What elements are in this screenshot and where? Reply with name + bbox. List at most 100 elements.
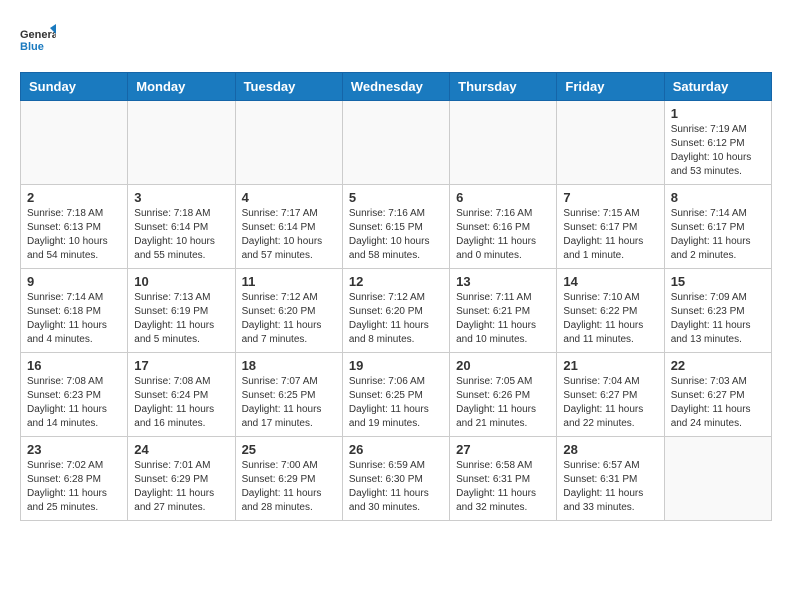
day-info: Sunrise: 7:14 AM Sunset: 6:18 PM Dayligh… bbox=[27, 291, 121, 347]
day-number: 3 bbox=[134, 190, 228, 205]
calendar-cell: 17 Sunrise: 7:08 AM Sunset: 6:24 PM Dayli… bbox=[128, 353, 235, 437]
calendar-cell: 27 Sunrise: 6:58 AM Sunset: 6:31 PM Dayli… bbox=[450, 437, 557, 521]
day-number: 16 bbox=[27, 358, 121, 373]
calendar-cell: 28 Sunrise: 6:57 AM Sunset: 6:31 PM Dayli… bbox=[557, 437, 664, 521]
weekday-header-saturday: Saturday bbox=[664, 73, 771, 101]
day-info: Sunrise: 7:18 AM Sunset: 6:14 PM Dayligh… bbox=[134, 207, 228, 263]
day-number: 22 bbox=[671, 358, 765, 373]
calendar-cell bbox=[21, 101, 128, 185]
day-number: 13 bbox=[456, 274, 550, 289]
day-number: 19 bbox=[349, 358, 443, 373]
calendar-cell: 22 Sunrise: 7:03 AM Sunset: 6:27 PM Dayli… bbox=[664, 353, 771, 437]
day-number: 25 bbox=[242, 442, 336, 457]
day-info: Sunrise: 7:17 AM Sunset: 6:14 PM Dayligh… bbox=[242, 207, 336, 263]
calendar-cell: 7 Sunrise: 7:15 AM Sunset: 6:17 PM Daylig… bbox=[557, 185, 664, 269]
calendar-cell: 13 Sunrise: 7:11 AM Sunset: 6:21 PM Dayli… bbox=[450, 269, 557, 353]
calendar-cell: 25 Sunrise: 7:00 AM Sunset: 6:29 PM Dayli… bbox=[235, 437, 342, 521]
day-number: 18 bbox=[242, 358, 336, 373]
calendar-cell bbox=[342, 101, 449, 185]
calendar-cell: 19 Sunrise: 7:06 AM Sunset: 6:25 PM Dayli… bbox=[342, 353, 449, 437]
day-number: 20 bbox=[456, 358, 550, 373]
day-info: Sunrise: 7:08 AM Sunset: 6:23 PM Dayligh… bbox=[27, 375, 121, 431]
day-info: Sunrise: 6:57 AM Sunset: 6:31 PM Dayligh… bbox=[563, 459, 657, 515]
day-info: Sunrise: 7:04 AM Sunset: 6:27 PM Dayligh… bbox=[563, 375, 657, 431]
day-number: 7 bbox=[563, 190, 657, 205]
day-number: 6 bbox=[456, 190, 550, 205]
calendar-cell: 12 Sunrise: 7:12 AM Sunset: 6:20 PM Dayli… bbox=[342, 269, 449, 353]
day-info: Sunrise: 7:08 AM Sunset: 6:24 PM Dayligh… bbox=[134, 375, 228, 431]
day-info: Sunrise: 6:59 AM Sunset: 6:30 PM Dayligh… bbox=[349, 459, 443, 515]
calendar-week-4: 16 Sunrise: 7:08 AM Sunset: 6:23 PM Dayli… bbox=[21, 353, 772, 437]
day-info: Sunrise: 7:09 AM Sunset: 6:23 PM Dayligh… bbox=[671, 291, 765, 347]
calendar-cell: 10 Sunrise: 7:13 AM Sunset: 6:19 PM Dayli… bbox=[128, 269, 235, 353]
calendar-cell: 1 Sunrise: 7:19 AM Sunset: 6:12 PM Daylig… bbox=[664, 101, 771, 185]
day-number: 11 bbox=[242, 274, 336, 289]
calendar-cell: 24 Sunrise: 7:01 AM Sunset: 6:29 PM Dayli… bbox=[128, 437, 235, 521]
day-info: Sunrise: 7:18 AM Sunset: 6:13 PM Dayligh… bbox=[27, 207, 121, 263]
day-info: Sunrise: 6:58 AM Sunset: 6:31 PM Dayligh… bbox=[456, 459, 550, 515]
calendar-table: SundayMondayTuesdayWednesdayThursdayFrid… bbox=[20, 72, 772, 521]
day-number: 21 bbox=[563, 358, 657, 373]
day-info: Sunrise: 7:01 AM Sunset: 6:29 PM Dayligh… bbox=[134, 459, 228, 515]
day-info: Sunrise: 7:05 AM Sunset: 6:26 PM Dayligh… bbox=[456, 375, 550, 431]
logo-icon: General Blue bbox=[20, 20, 56, 56]
calendar-cell: 20 Sunrise: 7:05 AM Sunset: 6:26 PM Dayli… bbox=[450, 353, 557, 437]
calendar-cell: 16 Sunrise: 7:08 AM Sunset: 6:23 PM Dayli… bbox=[21, 353, 128, 437]
day-number: 4 bbox=[242, 190, 336, 205]
page-header: General Blue bbox=[20, 20, 772, 56]
svg-text:Blue: Blue bbox=[20, 41, 44, 53]
weekday-header-tuesday: Tuesday bbox=[235, 73, 342, 101]
calendar-cell: 15 Sunrise: 7:09 AM Sunset: 6:23 PM Dayli… bbox=[664, 269, 771, 353]
day-number: 24 bbox=[134, 442, 228, 457]
day-info: Sunrise: 7:15 AM Sunset: 6:17 PM Dayligh… bbox=[563, 207, 657, 263]
calendar-cell: 21 Sunrise: 7:04 AM Sunset: 6:27 PM Dayli… bbox=[557, 353, 664, 437]
weekday-header-friday: Friday bbox=[557, 73, 664, 101]
day-number: 17 bbox=[134, 358, 228, 373]
calendar-cell bbox=[557, 101, 664, 185]
calendar-cell: 9 Sunrise: 7:14 AM Sunset: 6:18 PM Daylig… bbox=[21, 269, 128, 353]
day-info: Sunrise: 7:14 AM Sunset: 6:17 PM Dayligh… bbox=[671, 207, 765, 263]
day-number: 27 bbox=[456, 442, 550, 457]
calendar-cell bbox=[235, 101, 342, 185]
day-number: 9 bbox=[27, 274, 121, 289]
logo: General Blue bbox=[20, 20, 60, 56]
day-info: Sunrise: 7:16 AM Sunset: 6:15 PM Dayligh… bbox=[349, 207, 443, 263]
day-info: Sunrise: 7:10 AM Sunset: 6:22 PM Dayligh… bbox=[563, 291, 657, 347]
day-info: Sunrise: 7:12 AM Sunset: 6:20 PM Dayligh… bbox=[242, 291, 336, 347]
day-info: Sunrise: 7:02 AM Sunset: 6:28 PM Dayligh… bbox=[27, 459, 121, 515]
calendar-cell: 18 Sunrise: 7:07 AM Sunset: 6:25 PM Dayli… bbox=[235, 353, 342, 437]
calendar-week-5: 23Sunrise: 7:02 AM Sunset: 6:28 PM Dayli… bbox=[21, 437, 772, 521]
day-number: 10 bbox=[134, 274, 228, 289]
day-info: Sunrise: 7:12 AM Sunset: 6:20 PM Dayligh… bbox=[349, 291, 443, 347]
weekday-header-wednesday: Wednesday bbox=[342, 73, 449, 101]
calendar-cell bbox=[664, 437, 771, 521]
day-number: 8 bbox=[671, 190, 765, 205]
calendar-cell: 23Sunrise: 7:02 AM Sunset: 6:28 PM Dayli… bbox=[21, 437, 128, 521]
calendar-cell: 6 Sunrise: 7:16 AM Sunset: 6:16 PM Daylig… bbox=[450, 185, 557, 269]
day-number: 5 bbox=[349, 190, 443, 205]
day-number: 1 bbox=[671, 106, 765, 121]
calendar-cell: 5 Sunrise: 7:16 AM Sunset: 6:15 PM Daylig… bbox=[342, 185, 449, 269]
calendar-cell: 26 Sunrise: 6:59 AM Sunset: 6:30 PM Dayli… bbox=[342, 437, 449, 521]
day-number: 2 bbox=[27, 190, 121, 205]
day-info: Sunrise: 7:11 AM Sunset: 6:21 PM Dayligh… bbox=[456, 291, 550, 347]
day-info: Sunrise: 7:16 AM Sunset: 6:16 PM Dayligh… bbox=[456, 207, 550, 263]
calendar-cell: 14Sunrise: 7:10 AM Sunset: 6:22 PM Dayli… bbox=[557, 269, 664, 353]
calendar-cell bbox=[450, 101, 557, 185]
day-info: Sunrise: 7:00 AM Sunset: 6:29 PM Dayligh… bbox=[242, 459, 336, 515]
calendar-week-1: 1 Sunrise: 7:19 AM Sunset: 6:12 PM Daylig… bbox=[21, 101, 772, 185]
day-info: Sunrise: 7:19 AM Sunset: 6:12 PM Dayligh… bbox=[671, 123, 765, 179]
day-info: Sunrise: 7:07 AM Sunset: 6:25 PM Dayligh… bbox=[242, 375, 336, 431]
calendar-week-2: 2 Sunrise: 7:18 AM Sunset: 6:13 PM Daylig… bbox=[21, 185, 772, 269]
calendar-cell: 4 Sunrise: 7:17 AM Sunset: 6:14 PM Daylig… bbox=[235, 185, 342, 269]
calendar-cell: 8 Sunrise: 7:14 AM Sunset: 6:17 PM Daylig… bbox=[664, 185, 771, 269]
day-number: 26 bbox=[349, 442, 443, 457]
day-number: 15 bbox=[671, 274, 765, 289]
day-number: 28 bbox=[563, 442, 657, 457]
day-number: 12 bbox=[349, 274, 443, 289]
day-info: Sunrise: 7:13 AM Sunset: 6:19 PM Dayligh… bbox=[134, 291, 228, 347]
calendar-cell bbox=[128, 101, 235, 185]
day-info: Sunrise: 7:03 AM Sunset: 6:27 PM Dayligh… bbox=[671, 375, 765, 431]
weekday-header-monday: Monday bbox=[128, 73, 235, 101]
day-info: Sunrise: 7:06 AM Sunset: 6:25 PM Dayligh… bbox=[349, 375, 443, 431]
